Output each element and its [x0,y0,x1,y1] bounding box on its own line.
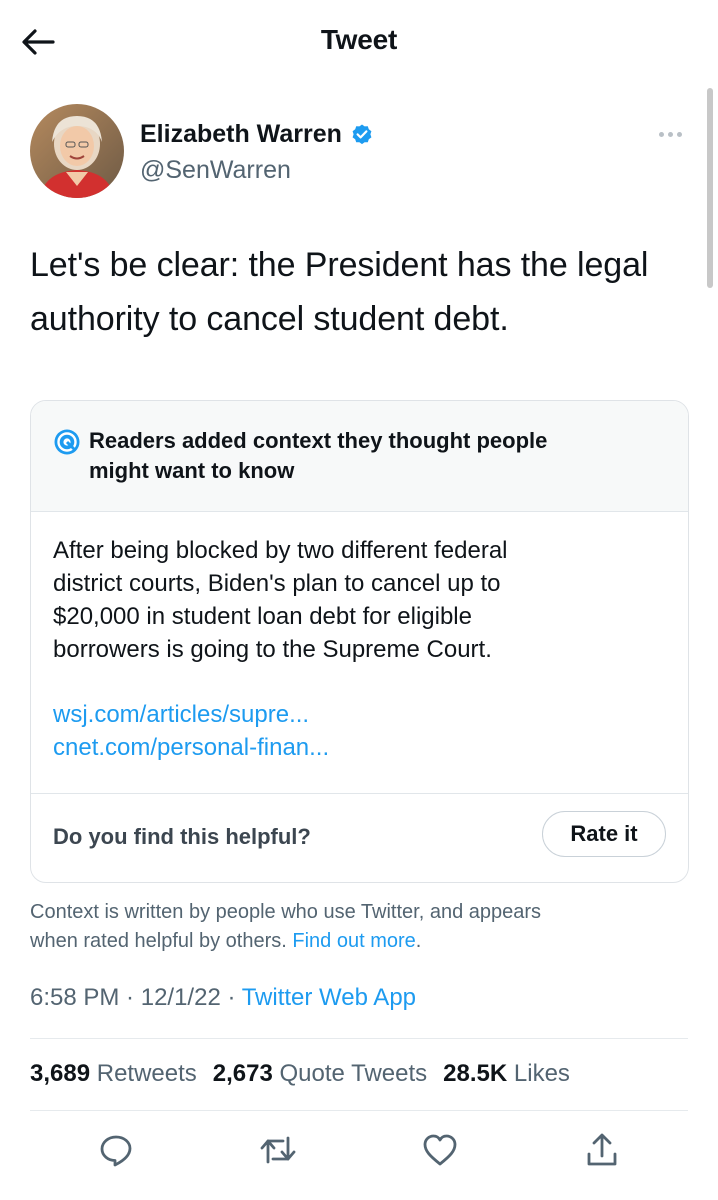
tweet-client-link[interactable]: Twitter Web App [242,984,416,1011]
community-note-body: After being blocked by two different fed… [53,534,653,666]
community-note-heading-line: Readers added context they thought peopl… [89,428,548,453]
tweet-author: Elizabeth Warren @SenWarren [30,104,690,200]
author-name-text: Elizabeth Warren [140,120,342,148]
more-dot-icon [676,131,682,137]
like-icon [423,1134,457,1166]
likes-count: 28.5K [443,1060,508,1087]
tweet-text: Let's be clear: the President has the le… [30,246,649,338]
tweet-actions [0,1128,718,1178]
quote-tweets-count: 2,673 [212,1060,273,1087]
share-button[interactable] [580,1128,624,1172]
top-bar: Tweet [0,0,718,84]
likes-stat[interactable]: 28.5K Likes [443,1060,570,1088]
tweet-date[interactable]: 12/1/22 [141,984,221,1011]
page-title: Tweet [320,24,398,55]
retweets-stat[interactable]: 3,689 Retweets [30,1060,197,1088]
reply-button[interactable] [94,1128,138,1172]
community-note-header: Readers added context they thought peopl… [31,401,688,512]
source-link-wsj[interactable]: wsj.com/articles/supre... [53,701,309,729]
community-note-body-line: district courts, Biden's plan to cancel … [53,570,501,597]
community-note-body-line: After being blocked by two different fed… [53,537,508,564]
share-icon [587,1133,617,1166]
disclaimer-text: when rated helpful by others. [30,930,293,952]
context-disclaimer: Context is written by people who use Twi… [30,898,690,956]
more-dot-icon [658,131,664,137]
tweet-stats: 3,689 Retweets 2,673 Quote Tweets 28.5K … [30,1060,570,1088]
verified-badge-icon [352,124,372,144]
disclaimer-suffix: . [415,930,422,952]
rate-it-button[interactable]: Rate it [542,811,666,857]
like-button[interactable] [418,1128,462,1172]
more-dot-icon [667,131,673,137]
retweets-label: Retweets [96,1060,197,1087]
divider [30,1110,688,1111]
more-options-button[interactable] [650,122,690,146]
disclaimer-line: when rated helpful by others. Find out m… [30,927,690,956]
tweet-meta: 6:58 PM · 12/1/22 · Twitter Web App [30,984,416,1012]
community-note-heading: Readers added context they thought peopl… [89,426,649,486]
quote-tweets-label: Quote Tweets [279,1060,428,1087]
reply-icon [100,1135,132,1167]
tweet-time[interactable]: 6:58 PM [30,984,119,1011]
helpful-question: Do you find this helpful? [53,824,311,849]
community-note: Readers added context they thought peopl… [30,400,689,883]
community-note-body-line: borrowers is going to the Supreme Court. [53,636,492,663]
community-note-footer: Do you find this helpful? Rate it [31,793,688,882]
scrollbar[interactable] [707,88,713,288]
community-note-body-line: $20,000 in student loan debt for eligibl… [53,603,472,630]
meta-separator: · [119,984,141,1011]
author-name[interactable]: Elizabeth Warren [140,120,374,149]
birdwatch-icon [54,429,80,455]
community-note-heading-line: might want to know [89,458,295,483]
likes-label: Likes [513,1060,570,1087]
retweet-icon [260,1136,296,1164]
avatar[interactable] [30,104,124,198]
retweets-count: 3,689 [30,1060,91,1087]
quote-tweets-stat[interactable]: 2,673 Quote Tweets [213,1060,427,1088]
source-link-cnet[interactable]: cnet.com/personal-finan... [53,734,329,762]
author-handle[interactable]: @SenWarren [140,156,291,185]
divider [30,1038,688,1039]
meta-separator: · [220,984,242,1011]
retweet-button[interactable] [256,1128,300,1172]
disclaimer-line: Context is written by people who use Twi… [30,901,542,923]
find-out-more-link[interactable]: Find out more [292,930,415,952]
avatar-image [30,104,124,198]
